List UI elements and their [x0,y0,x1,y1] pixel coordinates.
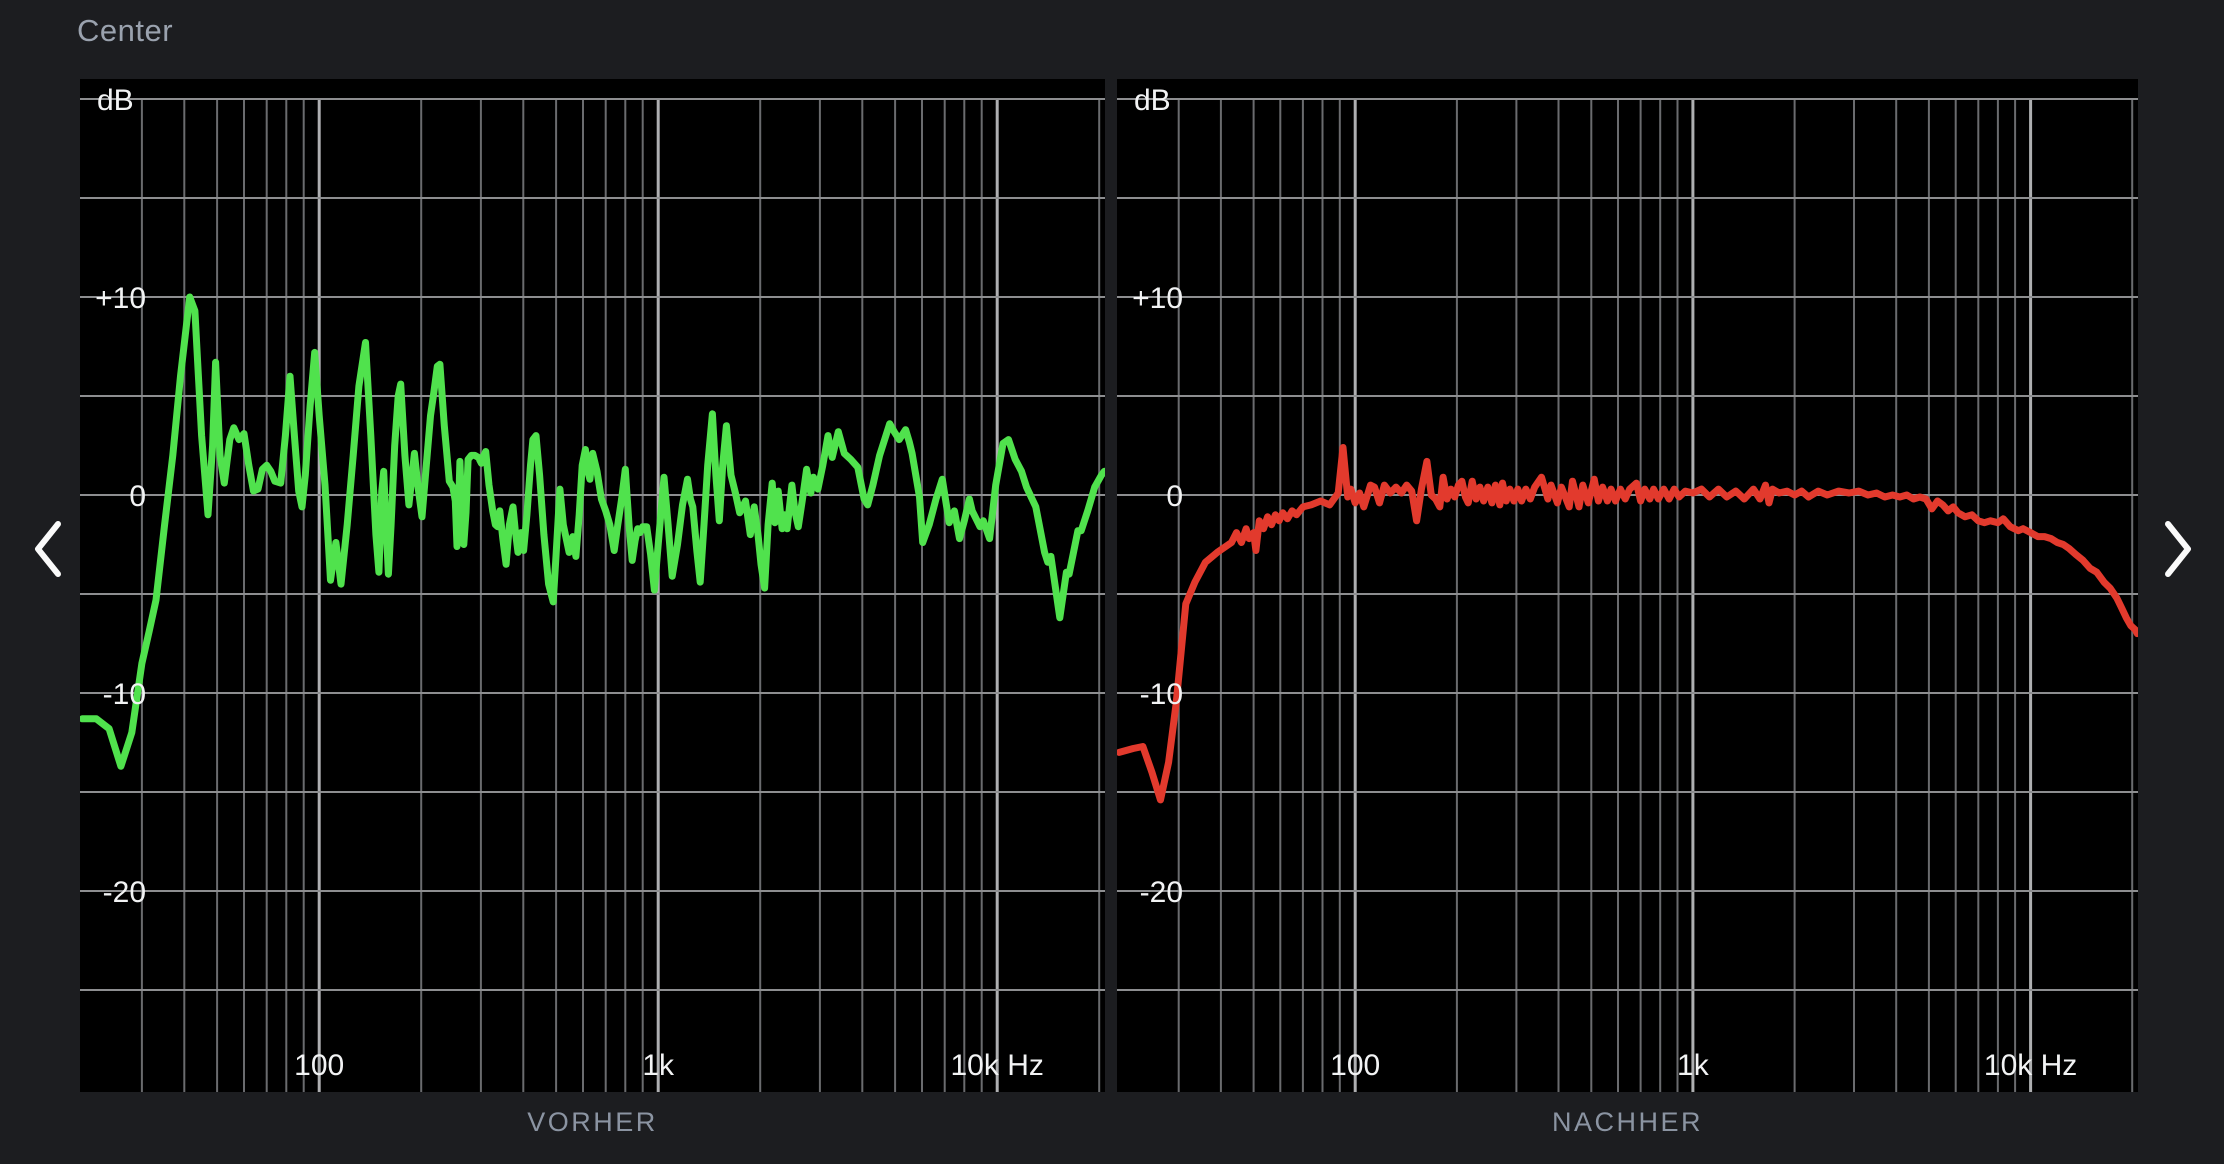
y-tick-label: +10 [95,282,146,315]
y-tick-label: -10 [1140,678,1183,711]
after-chart-panel: dB +10 0 -10 -20 100 1k 10k Hz [1117,79,2138,1092]
y-tick-label: -10 [103,678,146,711]
after-chart-svg: dB +10 0 -10 -20 100 1k 10k Hz [1117,79,2138,1092]
chart-background [1117,79,2138,1092]
chevron-right-icon [2159,518,2197,580]
after-caption: NACHHER [1117,1106,2138,1138]
y-tick-label: -20 [103,876,146,909]
x-tick-label: 10k Hz [1984,1049,2077,1082]
page-title: Center [77,14,173,48]
x-tick-label: 10k Hz [951,1049,1044,1082]
next-channel-button[interactable] [2148,512,2208,586]
x-tick-label: 1k [642,1049,675,1082]
before-chart-svg: dB +10 0 -10 -20 100 1k 10k Hz [80,79,1105,1092]
y-tick-label: +10 [1132,282,1183,315]
measurement-viewer: Center dB +10 0 -10 -20 100 1k 10k Hz dB +10 0 -10… [0,0,2224,1164]
y-tick-label: 0 [129,480,146,513]
y-axis-unit-label: dB [1134,84,1171,117]
x-tick-label: 1k [1677,1049,1710,1082]
y-axis-unit-label: dB [97,84,134,117]
x-tick-label: 100 [294,1049,344,1082]
chevron-left-icon [29,518,67,580]
before-caption: VORHER [80,1106,1105,1138]
prev-channel-button[interactable] [18,512,78,586]
chart-background [80,79,1105,1092]
before-chart-panel: dB +10 0 -10 -20 100 1k 10k Hz [80,79,1105,1092]
y-tick-label: 0 [1166,480,1183,513]
y-tick-label: -20 [1140,876,1183,909]
x-tick-label: 100 [1330,1049,1380,1082]
